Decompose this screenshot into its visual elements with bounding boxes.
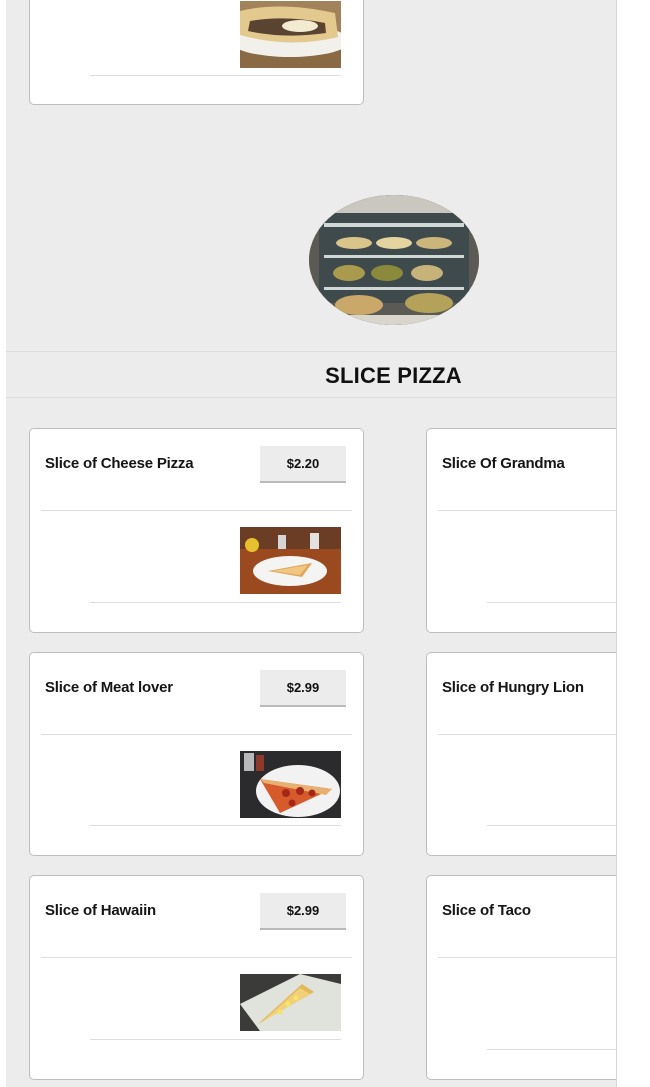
menu-item-card[interactable]: Slice of Meat lover $2.99 [29, 652, 364, 856]
section-header: SLICE PIZZA [6, 351, 616, 398]
price-button[interactable]: $2.20 [260, 446, 346, 483]
menu-item-card[interactable] [29, 0, 364, 105]
food-photo [240, 527, 341, 594]
divider [41, 510, 352, 511]
divider [90, 825, 341, 826]
item-name: Slice of Taco [442, 902, 531, 919]
item-name: Slice Of Grandma [442, 455, 565, 472]
menu-item-card[interactable]: Slice Of Grandma [426, 428, 616, 633]
item-name: Slice of Meat lover [45, 679, 173, 696]
menu-item-card[interactable]: Slice of Cheese Pizza $2.20 [29, 428, 364, 633]
menu-item-card[interactable]: Slice of Hungry Lion [426, 652, 616, 856]
divider [438, 510, 616, 511]
divider [90, 1039, 341, 1040]
menu-item-card[interactable]: Slice of Taco [426, 875, 616, 1080]
divider [487, 1049, 616, 1050]
divider [438, 957, 616, 958]
divider [487, 825, 616, 826]
divider [41, 734, 352, 735]
menu-item-card[interactable]: Slice of Hawaiin $2.99 [29, 875, 364, 1080]
restaurant-logo [309, 195, 479, 325]
food-photo [240, 751, 341, 818]
price-button[interactable]: $2.99 [260, 893, 346, 930]
food-photo [240, 1, 341, 68]
menu-viewport: SLICE PIZZA Slice of Cheese Pizza $2.20 … [6, 0, 617, 1087]
price-button[interactable]: $2.99 [260, 670, 346, 707]
divider [487, 602, 616, 603]
item-name: Slice of Cheese Pizza [45, 455, 194, 472]
divider [41, 957, 352, 958]
food-photo [240, 974, 341, 1031]
divider [90, 602, 341, 603]
divider [438, 734, 616, 735]
divider [90, 75, 341, 76]
item-name: Slice of Hungry Lion [442, 679, 584, 696]
item-name: Slice of Hawaiin [45, 902, 156, 919]
section-title: SLICE PIZZA [325, 363, 462, 388]
